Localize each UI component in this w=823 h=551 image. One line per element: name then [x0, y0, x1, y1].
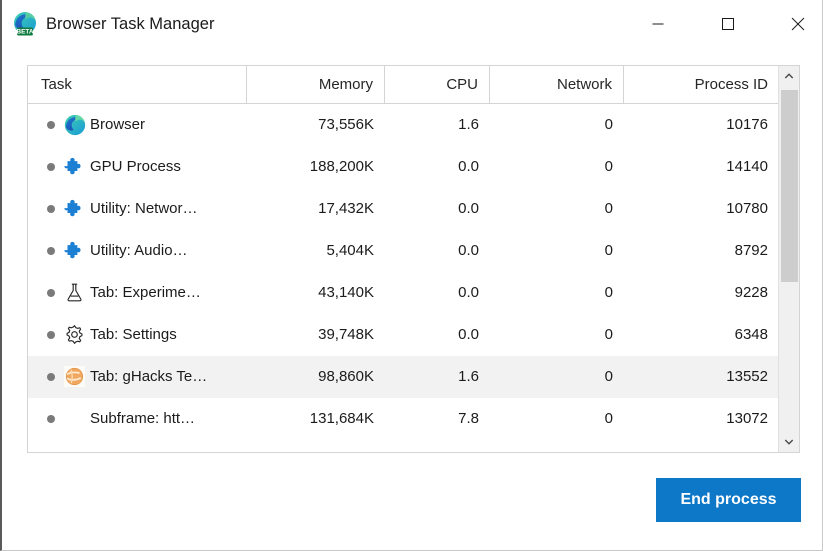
cell-task: Utility: Networ… — [90, 200, 198, 217]
cell-task: Subframe: htt… — [90, 410, 196, 427]
cell-cpu: 0.0 — [458, 242, 479, 259]
cell-process-id: 10780 — [726, 200, 768, 217]
cell-network: 0 — [604, 410, 613, 427]
maximize-button[interactable] — [704, 0, 751, 48]
task-manager-window: BETA Browser Task Manager Task Memory CP… — [0, 0, 823, 551]
cell-task: Tab: Settings — [90, 326, 177, 343]
task-table: Task Memory CPU Network Process ID Brows… — [27, 65, 800, 453]
table-row[interactable]: Utility: Networ… 17,432K 0.0 0 10780 — [28, 188, 779, 230]
cell-process-id: 13552 — [726, 368, 768, 385]
cell-task: Utility: Audio… — [90, 242, 188, 259]
cell-memory: 39,748K — [318, 326, 374, 343]
cell-process-id: 9228 — [734, 284, 768, 301]
close-icon — [791, 17, 804, 31]
scroll-down-button[interactable] — [779, 432, 799, 452]
table-row[interactable]: Browser 73,556K 1.6 0 10176 — [28, 104, 779, 146]
scrollbar-thumb[interactable] — [781, 90, 798, 282]
cell-network: 0 — [604, 242, 613, 259]
maximize-icon — [721, 18, 734, 30]
cell-task: Browser — [90, 116, 146, 133]
cell-process-id: 13072 — [726, 410, 768, 427]
cell-cpu: 1.6 — [458, 368, 479, 385]
cell-network: 0 — [604, 158, 613, 175]
minimize-icon — [652, 23, 663, 25]
cell-network: 0 — [604, 326, 613, 343]
end-process-button[interactable]: End process — [656, 478, 801, 522]
cell-task: Tab: Experime… — [90, 284, 201, 301]
cell-process-id: 8792 — [734, 242, 768, 259]
cell-memory: 188,200K — [309, 158, 374, 175]
cell-task: Tab: gHacks Te… — [90, 368, 208, 385]
chevron-up-icon — [784, 73, 794, 79]
vertical-scrollbar[interactable] — [778, 66, 799, 452]
cell-memory: 131,684K — [309, 410, 374, 427]
chevron-down-icon — [784, 439, 794, 445]
column-header-memory[interactable]: Memory — [247, 66, 385, 103]
table-header-row: Task Memory CPU Network Process ID — [28, 66, 799, 104]
column-header-network[interactable]: Network — [490, 66, 624, 103]
cell-cpu: 0.0 — [458, 200, 479, 217]
scroll-up-button[interactable] — [779, 66, 799, 86]
cell-cpu: 7.8 — [458, 410, 479, 427]
cell-memory: 98,860K — [318, 368, 374, 385]
table-row[interactable]: Tab: Settings 39,748K 0.0 0 6348 — [28, 314, 779, 356]
minimize-button[interactable] — [634, 0, 681, 48]
cell-process-id: 10176 — [726, 116, 768, 133]
table-row[interactable]: Tab: gHacks Te… 98,860K 1.6 0 13552 — [28, 356, 779, 398]
cell-network: 0 — [604, 284, 613, 301]
cell-network: 0 — [604, 368, 613, 385]
cell-network: 0 — [604, 200, 613, 217]
cell-memory: 5,404K — [326, 242, 374, 259]
cell-task: GPU Process — [90, 158, 181, 175]
cell-cpu: 0.0 — [458, 284, 479, 301]
cell-process-id: 14140 — [726, 158, 768, 175]
cell-cpu: 1.6 — [458, 116, 479, 133]
edge-beta-logo-icon: BETA — [12, 11, 38, 37]
cell-memory: 43,140K — [318, 284, 374, 301]
svg-text:BETA: BETA — [17, 29, 34, 36]
table-row[interactable]: Subframe: htt… 131,684K 7.8 0 13072 — [28, 398, 779, 440]
table-row[interactable]: Utility: Audio… 5,404K 0.0 0 8792 — [28, 230, 779, 272]
cell-cpu: 0.0 — [458, 158, 479, 175]
column-header-cpu[interactable]: CPU — [385, 66, 490, 103]
table-body: Browser 73,556K 1.6 0 10176 GPU Process 188,2… — [28, 104, 799, 452]
column-header-task[interactable]: Task — [28, 66, 247, 103]
column-header-process-id[interactable]: Process ID — [624, 66, 779, 103]
title-bar: BETA Browser Task Manager — [2, 0, 822, 48]
cell-network: 0 — [604, 116, 613, 133]
clipped-background-text: ▁▁▁▁▁▁▁▁▁▁▁▁▁▁▁ — [342, 546, 522, 550]
cell-memory: 17,432K — [318, 200, 374, 217]
background-content-sliver: ▁▁▁▁▁▁▁▁▁▁▁▁▁▁▁ — [2, 546, 822, 550]
window-title: Browser Task Manager — [46, 15, 215, 33]
cell-cpu: 0.0 — [458, 326, 479, 343]
cell-process-id: 6348 — [734, 326, 768, 343]
cell-memory: 73,556K — [318, 116, 374, 133]
table-row[interactable]: Tab: Experime… 43,140K 0.0 0 9228 — [28, 272, 779, 314]
close-button[interactable] — [774, 0, 821, 48]
table-row[interactable]: GPU Process 188,200K 0.0 0 14140 — [28, 146, 779, 188]
